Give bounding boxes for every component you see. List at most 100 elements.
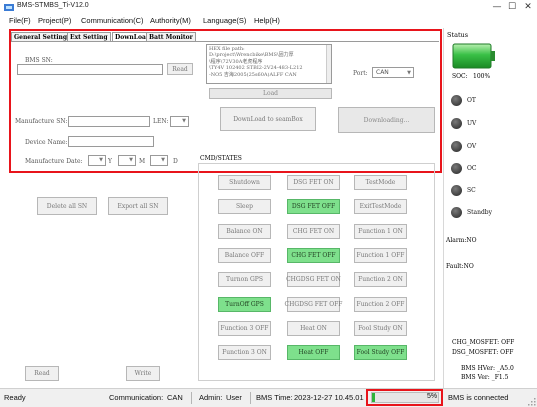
cmd-button-balance-off[interactable]: Balance OFF xyxy=(218,247,271,263)
sc-led-icon xyxy=(451,185,462,196)
manufacture-sn-label: Manufacture SN: xyxy=(15,118,68,125)
close-button[interactable]: ✕ xyxy=(521,1,535,13)
cmd-button-function-2-off[interactable]: Function 2 OFF xyxy=(354,296,407,312)
oc-label: OC xyxy=(467,165,477,172)
bms-hver-label: BMS HVer: _A5.0 xyxy=(461,365,514,372)
manufacture-sn-input[interactable] xyxy=(68,116,150,127)
battery-icon xyxy=(452,43,495,69)
window-title: BMS-STMBS_Ti-V12.0 xyxy=(17,2,89,9)
ot-led-icon xyxy=(451,95,462,106)
cmd-button-function-1-off[interactable]: Function 1 OFF xyxy=(354,247,407,263)
communication-value: CAN xyxy=(167,393,183,402)
maximize-button[interactable]: ☐ xyxy=(505,1,519,13)
cmd-button-dsg-fet-on[interactable]: DSG FET ON xyxy=(287,175,340,190)
cmd-button-turnoff-gps[interactable]: TurnOff GPS xyxy=(218,296,271,312)
delete-all-sn-button[interactable]: Delete all SN xyxy=(37,197,97,215)
tab-batt-monitor[interactable]: Batt Monitor xyxy=(146,32,196,41)
cmd-button-balance-on[interactable]: Balance ON xyxy=(218,223,271,239)
ov-label: OV xyxy=(467,143,477,150)
date-day-select[interactable]: ▼ xyxy=(150,155,168,166)
menu-bar: File(F) Project(P) Communication(C) Auth… xyxy=(0,15,537,28)
cmd-button-shutdown[interactable]: Shutdown xyxy=(218,175,271,190)
hex-file-path-box[interactable]: HEX file path: D:\project\Wrencbike\BMS\… xyxy=(206,44,332,84)
cmd-button-dsg-fet-off[interactable]: DSG FET OFF xyxy=(287,199,340,215)
soc-value: 100% xyxy=(473,73,491,80)
cmd-button-function-2-on[interactable]: Function 2 ON xyxy=(354,272,407,288)
menu-authority[interactable]: Authority(M) xyxy=(150,16,191,25)
date-day-label: D xyxy=(173,158,178,165)
read-button[interactable]: Read xyxy=(25,366,59,381)
minimize-button[interactable]: — xyxy=(490,1,504,13)
standby-led-icon xyxy=(451,207,462,218)
alarm-value: NO xyxy=(466,237,477,244)
admin-label: Admin: xyxy=(199,393,223,402)
connection-status: BMS is connected xyxy=(448,393,509,402)
bms-time-label: BMS Time: xyxy=(256,393,293,402)
load-button[interactable]: Load xyxy=(209,88,332,99)
status-separator xyxy=(250,392,251,404)
tab-general-setting[interactable]: General Setting xyxy=(11,32,71,41)
chevron-down-icon: ▼ xyxy=(129,157,133,163)
cmd-button-function-1-on[interactable]: Function 1 ON xyxy=(354,223,407,239)
status-title: Status xyxy=(447,31,469,39)
cmd-button-chgdsg-fet-on[interactable]: CHGDSG FET ON xyxy=(286,272,341,288)
menu-file[interactable]: File(F) xyxy=(9,16,31,25)
chevron-down-icon: ▼ xyxy=(161,157,165,163)
status-bar: Ready Communication: CAN Admin: User BMS… xyxy=(0,388,537,407)
fault-label: Fault:NO xyxy=(446,263,474,270)
device-name-label: Device Name: xyxy=(25,139,68,146)
tab-ext-setting[interactable]: Ext Setting xyxy=(67,32,111,41)
date-month-select[interactable]: ▼ xyxy=(118,155,136,166)
dsg-mosfet-value: OFF xyxy=(500,349,514,356)
cmd-button-turnon-gps[interactable]: Turnon GPS xyxy=(218,272,271,288)
menu-project[interactable]: Project(P) xyxy=(38,16,71,25)
bms-sn-input[interactable] xyxy=(17,64,163,75)
chg-mosfet-label: CHG_MOSFET: OFF xyxy=(452,339,515,346)
cmd-button-exittestmode[interactable]: ExitTestMode xyxy=(354,199,407,215)
admin-value: User xyxy=(226,393,242,402)
len-label: LEN: xyxy=(153,118,169,125)
progress-text: 5% xyxy=(427,393,438,400)
ot-label: OT xyxy=(467,97,476,104)
cmd-states-title: CMD/STATES xyxy=(199,155,243,162)
ready-text: Ready xyxy=(4,393,26,402)
menu-language[interactable]: Language(S) xyxy=(203,16,246,25)
export-all-sn-button[interactable]: Export all SN xyxy=(108,197,168,215)
bms-sver-label: BMS Ver: _F1.5 xyxy=(461,374,509,381)
resize-grip-icon[interactable] xyxy=(527,397,536,406)
status-separator xyxy=(442,392,443,404)
port-value: CAN xyxy=(376,69,389,76)
chevron-down-icon: ▼ xyxy=(182,118,186,124)
cmd-button-heat-on[interactable]: Heat ON xyxy=(287,320,340,336)
cmd-button-chgdsg-fet-off[interactable]: CHGDSG FET OFF xyxy=(285,296,342,312)
hex-scrollbar[interactable] xyxy=(326,45,331,83)
date-year-select[interactable]: ▼ xyxy=(88,155,106,166)
menu-communication[interactable]: Communication(C) xyxy=(81,16,144,25)
cmd-button-function-3-off[interactable]: Function 3 OFF xyxy=(218,320,271,336)
chevron-down-icon: ▼ xyxy=(407,70,411,76)
cmd-button-chg-fet-off[interactable]: CHG FET OFF xyxy=(287,247,340,263)
tab-strip-line xyxy=(11,41,439,42)
cmd-button-fool-study-on[interactable]: Fool Study ON xyxy=(354,320,407,336)
len-select[interactable]: ▼ xyxy=(170,116,189,127)
menu-help[interactable]: Help(H) xyxy=(254,16,280,25)
cmd-button-chg-fet-on[interactable]: CHG FET ON xyxy=(287,223,340,239)
uv-label: UV xyxy=(467,120,477,127)
read-sn-button[interactable]: Read xyxy=(167,63,193,75)
status-divider xyxy=(443,28,444,388)
download-to-seambox-button[interactable]: DownLoad to seamBox xyxy=(220,107,316,131)
cmd-button-fool-study-off[interactable]: Fool Study OFF xyxy=(354,345,407,361)
device-name-input[interactable] xyxy=(68,136,154,147)
cmd-button-testmode[interactable]: TestMode xyxy=(354,175,407,190)
cmd-button-sleep[interactable]: Sleep xyxy=(218,199,271,215)
cmd-button-function-3-on[interactable]: Function 3 ON xyxy=(218,345,271,361)
standby-label: Standby xyxy=(467,209,493,216)
port-select[interactable]: CAN ▼ xyxy=(372,67,414,78)
uv-led-icon xyxy=(451,118,462,129)
bms-sn-label: BMS SN: xyxy=(25,57,53,64)
sc-label: SC xyxy=(467,187,476,194)
chevron-down-icon: ▼ xyxy=(99,157,103,163)
write-button[interactable]: Write xyxy=(126,366,160,381)
downloading-status: Downloading... xyxy=(338,107,435,133)
cmd-button-heat-off[interactable]: Heat OFF xyxy=(287,345,340,361)
